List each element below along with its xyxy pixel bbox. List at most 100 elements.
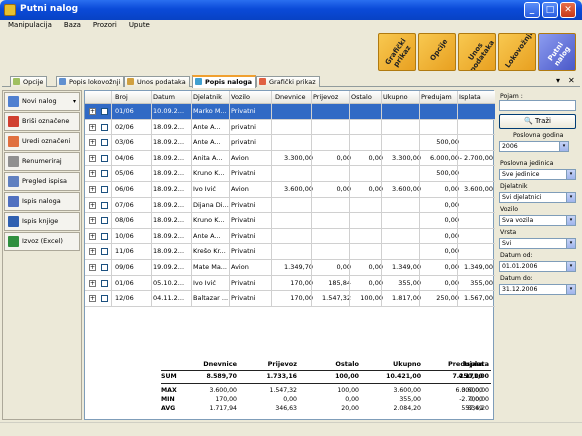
expand-icon[interactable]: + (89, 248, 96, 256)
chevron-down-icon[interactable]: ▾ (566, 262, 575, 271)
expand-icon[interactable]: + (89, 295, 96, 303)
datum-od-picker[interactable]: 01.01.2006 ▾ (499, 261, 576, 272)
row-checkbox[interactable] (101, 201, 108, 209)
table-row[interactable]: +09/06 19.09.2... Mate Ma... Avion 1.349,70 0… (85, 260, 495, 276)
col-dnevnice[interactable]: Dnevnice (275, 93, 305, 101)
ispis-knjige-button[interactable]: Ispis knjige (4, 212, 80, 231)
tab-popis-naloga[interactable]: Popis naloga (192, 75, 256, 88)
table-row[interactable]: +08/06 18.09.2... Kruno K... Privatni 0,00 (85, 213, 495, 229)
row-checkbox[interactable] (101, 108, 108, 115)
table-row[interactable]: +01/06 05.10.2... Ivo Ivić Privatni 170,00 18… (85, 276, 495, 292)
unos-podataka-button[interactable]: Unos podataka (458, 33, 496, 71)
table-row[interactable]: +10/06 18.09.2... Ante A... Privatni 0,00 (85, 229, 495, 245)
ispis-naloga-button[interactable]: Ispis naloga (4, 192, 80, 211)
chevron-down-icon[interactable]: ▾ (566, 239, 575, 248)
tab-unos-podataka[interactable]: Unos podataka (124, 76, 190, 87)
expand-icon[interactable]: + (89, 279, 96, 287)
expand-icon[interactable]: + (89, 123, 96, 131)
renumeriraj-button[interactable]: Renumeriraj (4, 152, 80, 171)
putni-nalog-button[interactable]: Putni nalog (538, 33, 576, 71)
expand-icon[interactable]: + (89, 263, 96, 271)
menu-upute[interactable]: Upute (125, 20, 154, 30)
row-checkbox[interactable] (101, 217, 108, 225)
pregled-ispisa-button[interactable]: Pregled ispisa (4, 172, 80, 191)
tab-popis-lokovoznji[interactable]: Popis lokovožnji (56, 76, 125, 87)
table-row[interactable]: +06/06 18.09.2... Ivo Ivić Avion 3.600,00 0,0… (85, 182, 495, 198)
table-cell: 3.600,00 (392, 184, 421, 193)
col-predujam[interactable]: Predujam (421, 93, 452, 101)
search-button[interactable]: 🔍 Traži (499, 114, 576, 129)
brisi-oznacene-button[interactable]: Briši označene (4, 112, 80, 131)
djelatnik-select[interactable]: Svi djelatnici ▾ (499, 192, 576, 203)
table-row[interactable]: +01/06 10.09.2... Marko M... Privatni (85, 104, 495, 120)
expand-icon[interactable]: + (89, 170, 96, 178)
col-djelatnik[interactable]: Djelatnik (193, 93, 222, 101)
table-row[interactable]: +11/06 18.09.2... Krešo Kr... Privatni 0,00 (85, 244, 495, 260)
row-checkbox[interactable] (101, 154, 108, 162)
list-icon (195, 78, 202, 85)
jedinica-select[interactable]: Sve jedinice ▾ (499, 169, 576, 180)
row-checkbox[interactable] (101, 170, 108, 178)
opcije-button[interactable]: Opcije (418, 33, 456, 71)
chevron-down-icon[interactable]: ▾ (559, 142, 568, 151)
summary-value: 2.084,20 (393, 405, 421, 412)
col-vozilo[interactable]: Vozilo (231, 93, 250, 101)
vozilo-select[interactable]: Sva vozila ▾ (499, 215, 576, 226)
row-checkbox[interactable] (101, 279, 108, 287)
datum-do-picker[interactable]: 31.12.2006 ▾ (499, 284, 576, 295)
table-row[interactable]: +12/06 04.11.2... Baltazar ... Privatni 170,… (85, 291, 495, 307)
close-window-button[interactable]: ✕ (560, 2, 576, 18)
chevron-down-icon[interactable]: ▾ (566, 170, 575, 179)
expand-icon[interactable]: + (89, 139, 96, 147)
expand-icon[interactable]: + (89, 201, 96, 209)
chevron-down-icon[interactable]: ▾ (73, 93, 76, 110)
expand-icon[interactable]: + (89, 232, 96, 240)
tab-dropdown-icon[interactable]: ▾ (556, 76, 560, 86)
col-isplata[interactable]: Isplata (459, 93, 481, 101)
menu-baza[interactable]: Baza (60, 20, 85, 30)
menu-prozori[interactable]: Prozori (89, 20, 121, 30)
row-checkbox[interactable] (101, 248, 108, 256)
row-checkbox[interactable] (101, 232, 108, 240)
maximize-button[interactable]: □ (542, 2, 558, 18)
table-cell: 18.09.2... (153, 184, 185, 193)
table-row[interactable]: +05/06 18.09.2... Kruno K... Privatni 500,00 (85, 166, 495, 182)
lokovoznji-button[interactable]: Lokovožnji (498, 33, 536, 71)
menu-manipulacija[interactable]: Manipulacija (4, 20, 56, 30)
uredi-oznaceni-button[interactable]: Uredi označeni (4, 132, 80, 151)
tab-graficki-prikaz[interactable]: Grafički prikaz (256, 76, 320, 87)
chevron-down-icon[interactable]: ▾ (566, 216, 575, 225)
tab-opcije[interactable]: Opcije (10, 76, 48, 87)
table-row[interactable]: +04/06 18.09.2... Anita A... Avion 3.300,00 0… (85, 151, 495, 167)
row-checkbox[interactable] (101, 123, 108, 131)
col-datum[interactable]: Datum (153, 93, 175, 101)
novi-nalog-button[interactable]: Novi nalog ▾ (4, 92, 80, 111)
expand-icon[interactable]: + (89, 217, 96, 225)
col-prijevoz[interactable]: Prijevoz (313, 93, 338, 101)
col-ukupno[interactable]: Ukupno (383, 93, 408, 101)
summary-value: 20,00 (341, 405, 359, 412)
row-checkbox[interactable] (101, 185, 108, 193)
godina-spinner[interactable]: 2006 ▾ (499, 141, 569, 152)
minimize-button[interactable]: _ (524, 2, 540, 18)
table-row[interactable]: +07/06 18.09.2... Dijana Di... Privatni 0,00 (85, 198, 495, 214)
expand-icon[interactable]: + (89, 154, 96, 162)
row-checkbox[interactable] (101, 263, 108, 271)
row-checkbox[interactable] (101, 295, 108, 303)
pojam-label: Pojam : (500, 93, 523, 100)
row-checkbox[interactable] (101, 139, 108, 147)
edit-icon (8, 136, 19, 147)
col-ostalo[interactable]: Ostalo (351, 93, 372, 101)
graficki-prikaz-button[interactable]: Grafički prikaz (378, 33, 416, 71)
expand-icon[interactable]: + (89, 108, 96, 115)
pojam-input[interactable] (499, 100, 576, 111)
vrsta-select[interactable]: Svi ▾ (499, 238, 576, 249)
table-row[interactable]: +02/06 18.09.2... Ante A... privatni (85, 120, 495, 136)
chevron-down-icon[interactable]: ▾ (566, 193, 575, 202)
izvoz-excel-button[interactable]: Izvoz (Excel) (4, 232, 80, 251)
tab-close-icon[interactable]: ✕ (568, 76, 575, 86)
chevron-down-icon[interactable]: ▾ (566, 285, 575, 294)
col-broj[interactable]: Broj (115, 93, 128, 101)
expand-icon[interactable]: + (89, 185, 96, 193)
table-row[interactable]: +03/06 18.09.2... Ante A... privatni 500,00 (85, 135, 495, 151)
